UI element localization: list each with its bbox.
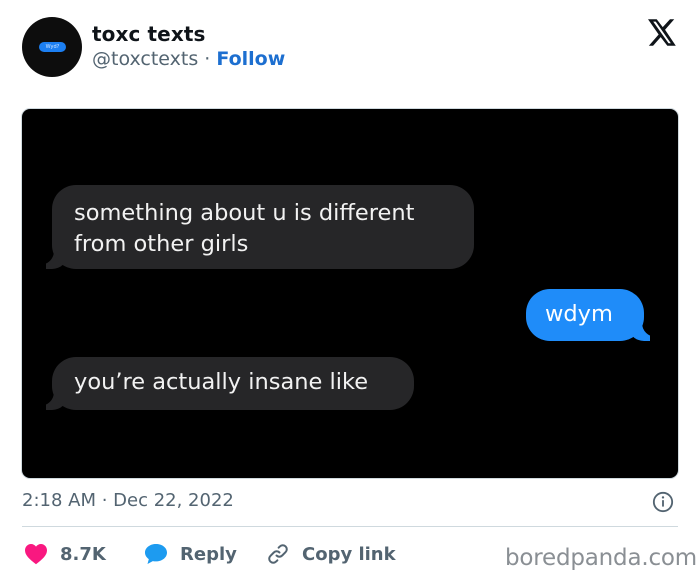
heart-icon	[25, 544, 47, 565]
follow-button[interactable]: Follow	[216, 48, 285, 70]
message-line: something about u is different	[74, 200, 415, 226]
author-handle-row: @toxctexts · Follow	[92, 48, 285, 70]
conversation-screenshot[interactable]: something about u is different from othe…	[22, 109, 678, 478]
copy-link-label: Copy link	[302, 543, 396, 565]
handle-separator: ·	[204, 48, 211, 70]
author-handle[interactable]: @toxctexts	[92, 48, 198, 70]
reply-label: Reply	[180, 543, 237, 565]
like-count: 8.7K	[60, 543, 106, 565]
avatar[interactable]: Wyd?	[22, 17, 82, 77]
incoming-message: you’re actually insane like	[52, 357, 414, 410]
outgoing-message: wdym	[526, 289, 644, 341]
site-watermark: boredpanda.com	[505, 545, 697, 571]
divider	[22, 526, 678, 527]
x-logo-icon[interactable]	[648, 19, 677, 46]
author-name[interactable]: toxc texts	[92, 22, 206, 46]
info-icon[interactable]	[652, 491, 674, 513]
message-line: you’re actually insane like	[74, 369, 369, 395]
reply-button[interactable]: Reply	[144, 540, 237, 568]
copy-link-button[interactable]: Copy link	[266, 540, 396, 568]
tweet-embed-card: Wyd? toxc texts @toxctexts · Follow some…	[0, 0, 700, 581]
speech-bubble-icon	[145, 544, 167, 564]
message-line: from other girls	[74, 231, 249, 257]
link-icon	[268, 544, 288, 564]
incoming-message: something about u is different from othe…	[52, 185, 474, 269]
tweet-timestamp[interactable]: 2:18 AM · Dec 22, 2022	[22, 490, 234, 511]
message-line: wdym	[545, 301, 613, 327]
like-button[interactable]: 8.7K	[24, 540, 106, 568]
avatar-message-pill: Wyd?	[39, 42, 66, 52]
